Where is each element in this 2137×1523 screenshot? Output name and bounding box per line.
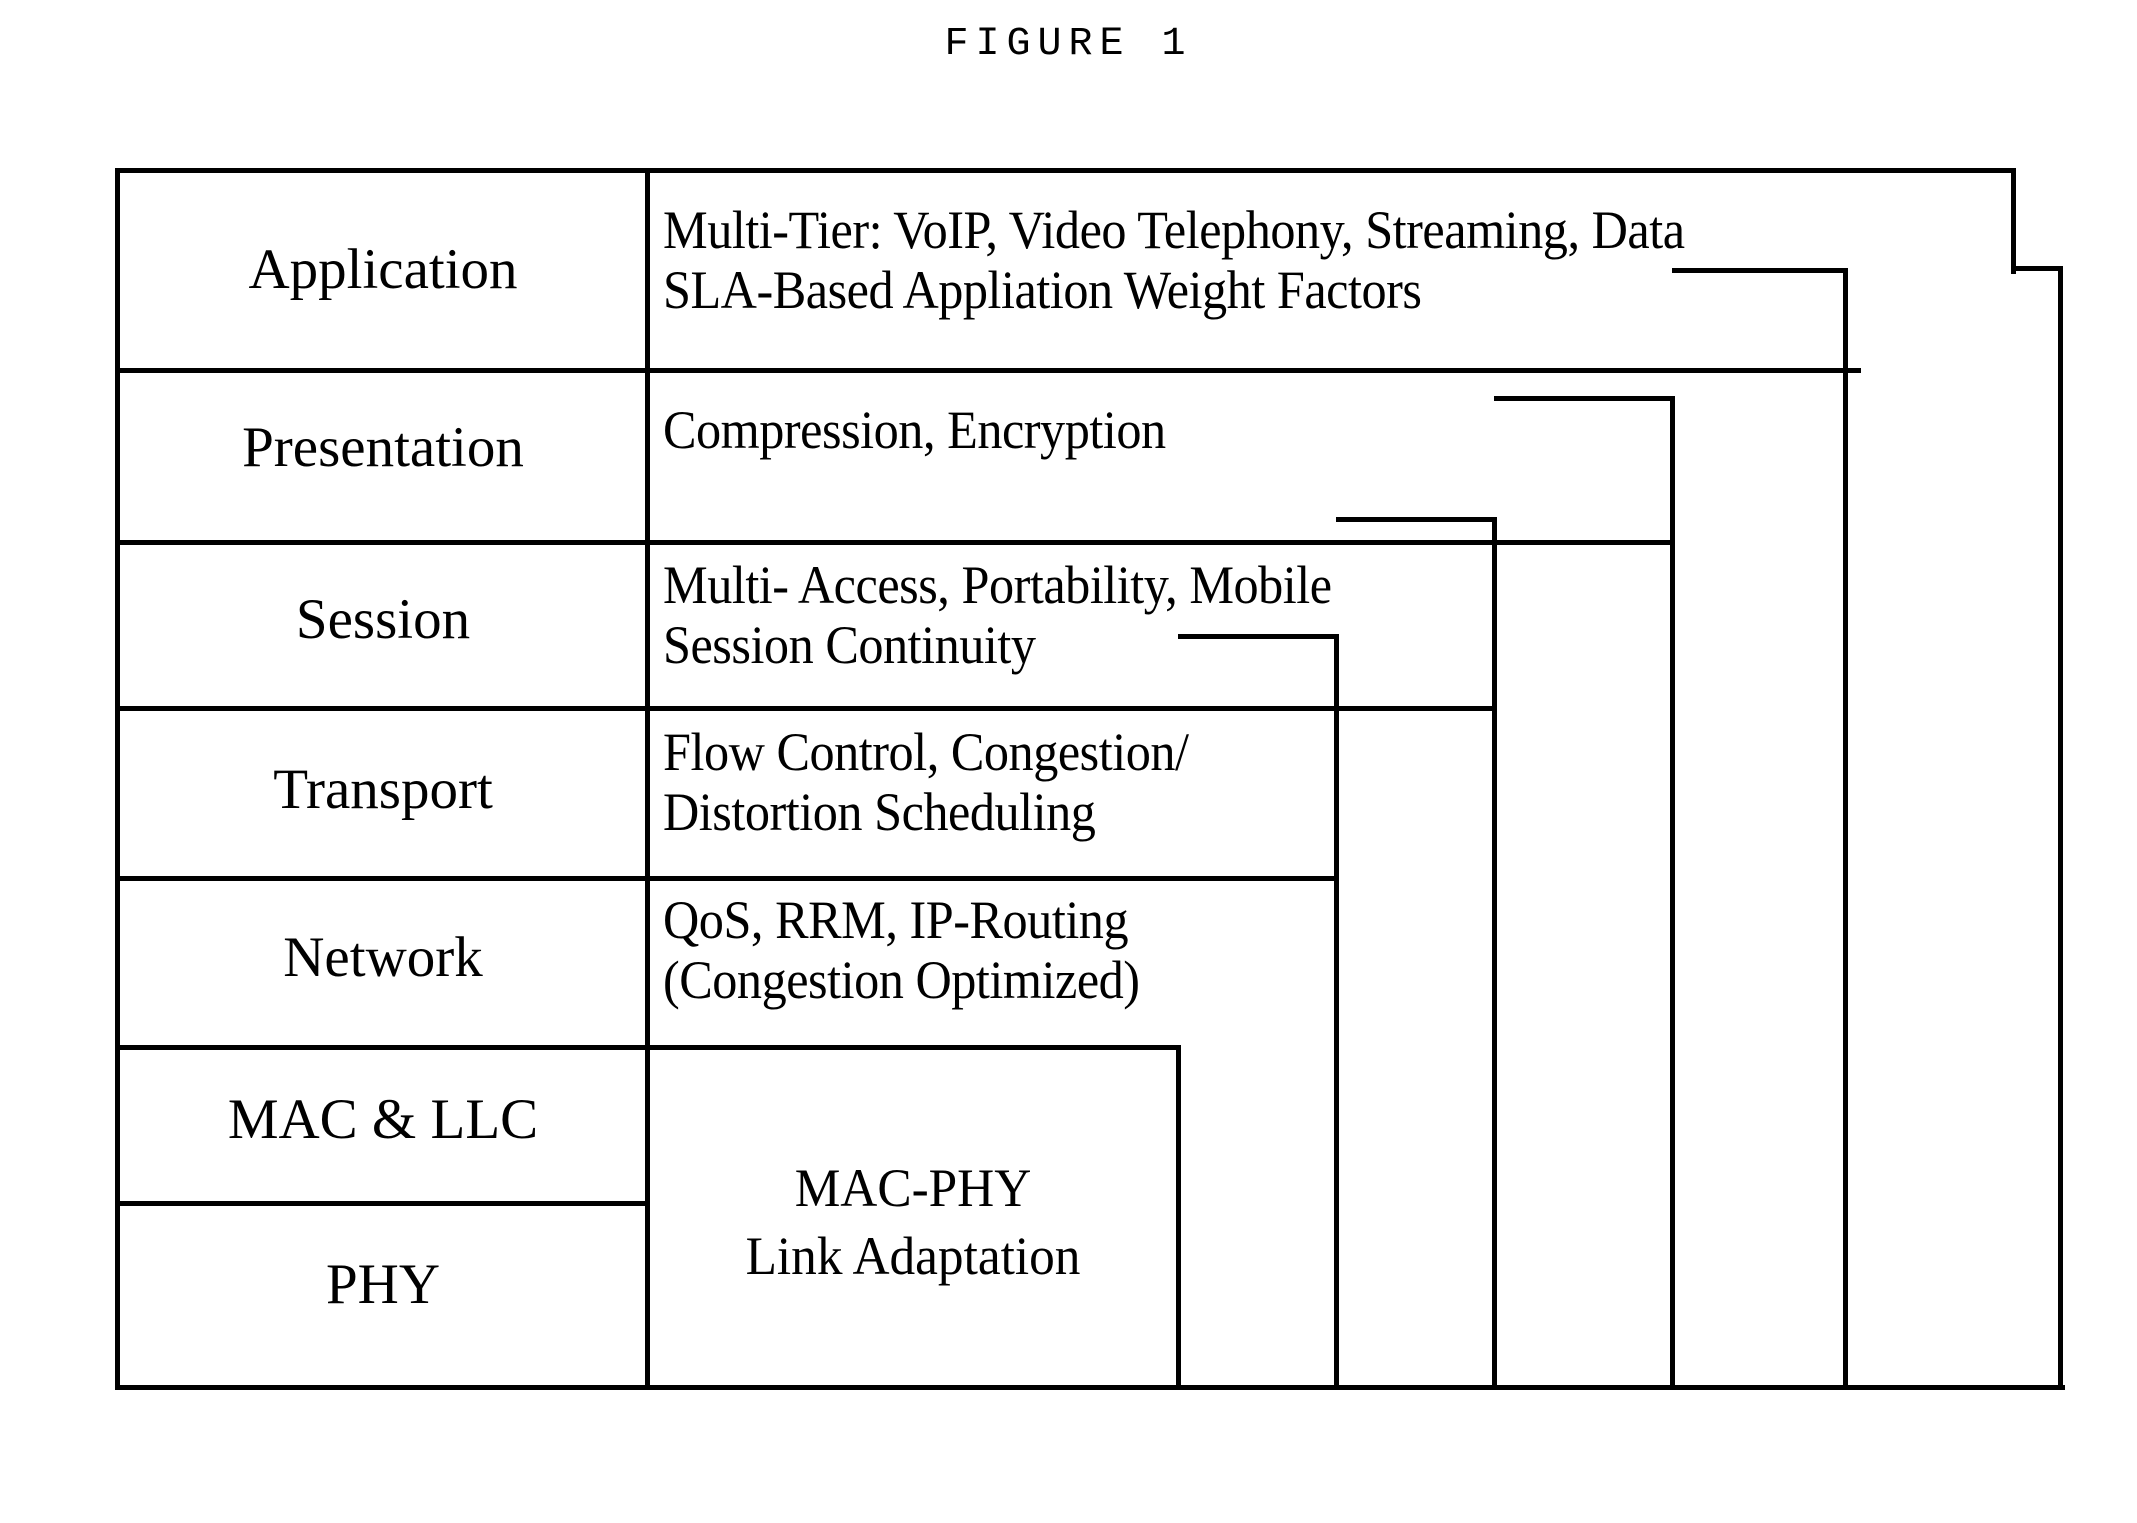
session-box-right-edge	[1670, 396, 1675, 1390]
layer-desc-session-line2: Session Continuity	[663, 615, 1036, 676]
layer-name-presentation: Presentation	[242, 416, 524, 479]
layer-name-network: Network	[283, 926, 483, 989]
layer-desc-presentation: Compression, Encryption	[663, 400, 1166, 460]
transport-box-right-edge	[1492, 517, 1497, 1390]
layer-desc-session-line1: Multi- Access, Portability, Mobile	[663, 555, 1332, 615]
layer-desc-transport-line1: Flow Control, Congestion/	[663, 722, 1189, 782]
macphy-label-line1: MAC-PHY	[794, 1158, 1032, 1218]
presentation-box-right-edge	[1843, 268, 1848, 1390]
macphy-box-right-edge	[1176, 1045, 1181, 1390]
row-divider-phy-top	[115, 1201, 649, 1206]
layer-desc-session: Multi- Access, Portability, Mobile Sessi…	[663, 555, 1332, 676]
layer-name-session: Session	[295, 588, 471, 651]
row-divider-session-top	[115, 540, 1673, 545]
layer-desc-application: Multi-Tier: VoIP, Video Telephony, Strea…	[663, 200, 1685, 321]
layer-desc-network-line1: QoS, RRM, IP-Routing	[663, 890, 1129, 950]
layer-desc-presentation-line1: Compression, Encryption	[663, 400, 1166, 460]
outer-frame-bottom-edge	[115, 1385, 2065, 1390]
layer-desc-transport: Flow Control, Congestion/ Distortion Sch…	[663, 722, 1189, 843]
application-row-right-edge	[2011, 168, 2016, 274]
macphy-link-adaptation-label: MAC-PHY Link Adaptation	[663, 1155, 1163, 1290]
outer-frame-step-top-edge	[2011, 266, 2063, 271]
layer-desc-application-line2: SLA-Based Appliation Weight Factors	[663, 260, 1422, 321]
layer-name-mac-llc: MAC & LLC	[227, 1088, 539, 1151]
network-box-right-edge	[1334, 634, 1339, 1390]
layer-name-phy: PHY	[325, 1253, 441, 1316]
macphy-box-top-edge	[645, 1045, 1181, 1050]
row-divider-transport-top	[115, 706, 1497, 711]
layer-name-transport: Transport	[273, 758, 493, 821]
layer-desc-network-line2: (Congestion Optimized)	[663, 950, 1140, 1011]
macphy-label-line2: Link Adaptation	[745, 1225, 1081, 1286]
session-box-top-edge	[1494, 396, 1674, 401]
layer-desc-application-line1: Multi-Tier: VoIP, Video Telephony, Strea…	[663, 200, 1685, 260]
osi-stack-diagram: Application Presentation Session Transpo…	[0, 0, 2137, 1523]
layer-desc-transport-line2: Distortion Scheduling	[663, 782, 1096, 843]
layer-name-application: Application	[248, 238, 518, 301]
transport-box-top-edge	[1336, 517, 1496, 522]
presentation-box-top-edge	[1672, 268, 1848, 273]
outer-frame-right-edge	[2058, 266, 2063, 1390]
layer-desc-network: QoS, RRM, IP-Routing (Congestion Optimiz…	[663, 890, 1140, 1011]
application-row-top-edge	[115, 168, 2016, 173]
row-divider-presentation-top	[115, 368, 1861, 373]
row-divider-network-top	[115, 876, 1339, 881]
